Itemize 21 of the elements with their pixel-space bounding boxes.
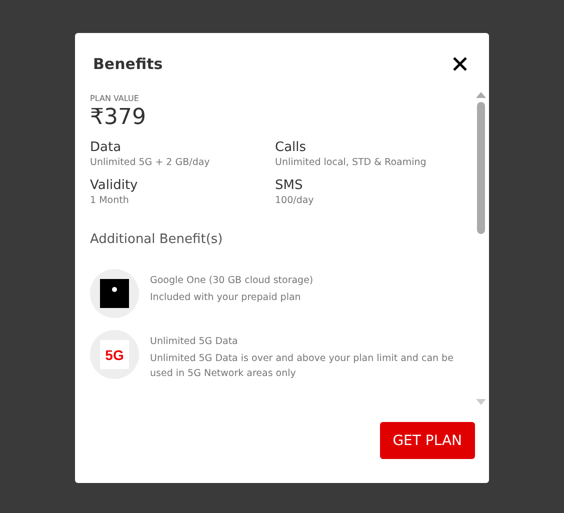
detail-title: Data xyxy=(90,140,122,155)
google-one-logo xyxy=(100,279,129,308)
scrollbar[interactable] xyxy=(476,92,485,405)
benefit-description: Included with your prepaid plan xyxy=(150,291,302,305)
section-heading: Additional Benefit(s) xyxy=(90,232,224,247)
5g-logo: 5G xyxy=(100,340,129,369)
dialog-title: Benefits xyxy=(93,55,163,73)
detail-value: 1 Month xyxy=(90,195,130,206)
benefit-title: Unlimited 5G Data xyxy=(150,336,239,347)
plan-value-label: PLAN VALUE xyxy=(90,94,140,103)
detail-title: SMS xyxy=(275,178,304,193)
get-plan-button[interactable]: GET PLAN xyxy=(380,422,475,459)
detail-value: Unlimited local, STD & Roaming xyxy=(275,157,428,168)
benefit-description: Unlimited 5G Data is over and above your plan limit and can be used in 5G Network areas only xyxy=(150,352,454,381)
detail-title: Validity xyxy=(90,178,139,193)
detail-value: 100/day xyxy=(275,195,315,206)
plan-price: ₹379 xyxy=(90,105,147,130)
close-icon[interactable] xyxy=(452,56,468,72)
detail-title: Calls xyxy=(275,140,308,155)
detail-value: Unlimited 5G + 2 GB/day xyxy=(90,157,211,168)
benefit-title: Google One (30 GB cloud storage) xyxy=(150,275,314,286)
